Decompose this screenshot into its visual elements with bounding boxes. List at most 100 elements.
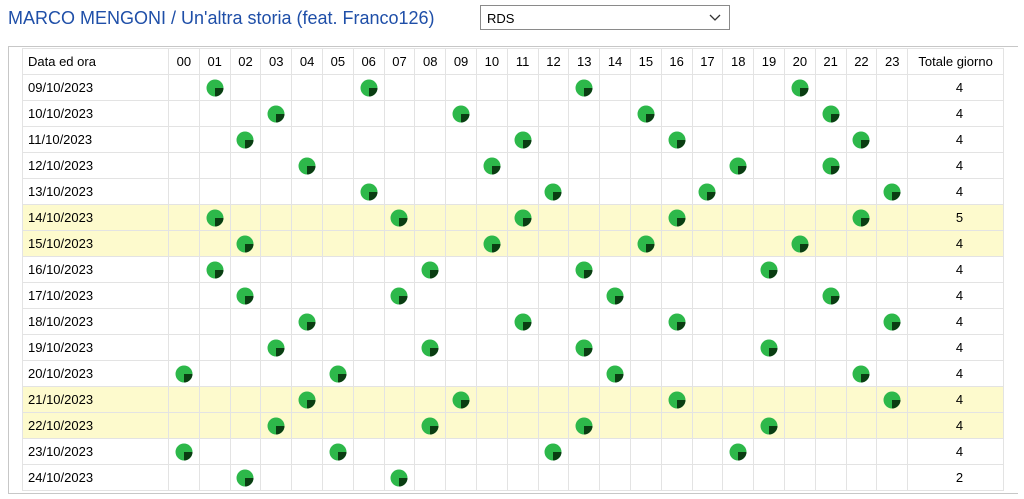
hour-cell[interactable] [291,152,323,179]
hour-cell[interactable] [321,308,354,335]
hour-cell[interactable] [783,256,816,283]
hour-cell[interactable] [691,438,724,465]
hour-cell[interactable] [568,308,601,335]
hour-cell[interactable] [722,438,755,465]
hour-cell[interactable] [291,100,323,127]
hour-cell[interactable] [876,230,909,257]
hour-cell[interactable] [537,386,570,413]
hour-cell[interactable] [229,360,262,387]
hour-cell[interactable] [506,282,539,309]
hour-cell[interactable] [229,282,262,309]
hour-cell[interactable] [568,230,601,257]
hour-cell[interactable] [845,282,878,309]
hour-cell[interactable] [660,386,693,413]
hour-cell[interactable] [383,100,416,127]
hour-cell[interactable] [506,100,539,127]
hour-cell[interactable] [814,386,847,413]
hour-cell[interactable] [321,464,354,491]
hour-cell[interactable] [783,386,816,413]
hour-cell[interactable] [537,438,570,465]
hour-cell[interactable] [568,100,601,127]
hour-cell[interactable] [321,74,354,101]
hour-cell[interactable] [568,386,601,413]
hour-cell[interactable] [198,204,231,231]
hour-cell[interactable] [260,282,293,309]
hour-cell[interactable] [876,438,909,465]
hour-cell[interactable] [383,204,416,231]
hour-cell[interactable] [291,256,323,283]
hour-cell[interactable] [660,74,693,101]
hour-cell[interactable] [876,126,909,153]
hour-cell[interactable] [506,204,539,231]
hour-cell[interactable] [506,152,539,179]
hour-cell[interactable] [168,256,200,283]
hour-cell[interactable] [414,412,447,439]
hour-cell[interactable] [291,282,323,309]
hour-cell[interactable] [660,100,693,127]
hour-cell[interactable] [475,230,508,257]
hour-cell[interactable] [783,230,816,257]
hour-cell[interactable] [352,126,385,153]
hour-cell[interactable] [506,464,539,491]
hour-cell[interactable] [383,126,416,153]
table-row[interactable]: 14/10/2023 5 [22,204,1005,231]
hour-cell[interactable] [568,178,601,205]
hour-cell[interactable] [321,256,354,283]
hour-cell[interactable] [383,464,416,491]
hour-cell[interactable] [599,308,631,335]
hour-cell[interactable] [537,126,570,153]
hour-cell[interactable] [568,126,601,153]
hour-cell[interactable] [321,386,354,413]
hour-cell[interactable] [321,282,354,309]
hour-cell[interactable] [291,126,323,153]
hour-cell[interactable] [291,412,323,439]
hour-cell[interactable] [783,74,816,101]
hour-cell[interactable] [660,308,693,335]
hour-cell[interactable] [475,126,508,153]
hour-cell[interactable] [660,256,693,283]
hour-cell[interactable] [445,204,477,231]
hour-cell[interactable] [414,126,447,153]
hour-cell[interactable] [168,464,200,491]
hour-cell[interactable] [599,412,631,439]
hour-cell[interactable] [445,126,477,153]
hour-cell[interactable] [291,464,323,491]
hour-cell[interactable] [168,178,200,205]
hour-cell[interactable] [568,282,601,309]
hour-cell[interactable] [260,204,293,231]
hour-cell[interactable] [445,100,477,127]
hour-cell[interactable] [260,360,293,387]
hour-cell[interactable] [691,178,724,205]
hour-cell[interactable] [229,152,262,179]
hour-cell[interactable] [321,204,354,231]
hour-cell[interactable] [383,412,416,439]
hour-cell[interactable] [445,74,477,101]
hour-cell[interactable] [506,308,539,335]
hour-cell[interactable] [660,438,693,465]
hour-cell[interactable] [414,230,447,257]
hour-cell[interactable] [629,282,662,309]
hour-cell[interactable] [260,100,293,127]
hour-cell[interactable] [722,256,755,283]
hour-cell[interactable] [845,334,878,361]
table-row[interactable]: 15/10/2023 4 [22,230,1005,257]
hour-cell[interactable] [383,386,416,413]
hour-cell[interactable] [753,386,785,413]
table-row[interactable]: 11/10/2023 4 [22,126,1005,153]
hour-cell[interactable] [753,100,785,127]
hour-cell[interactable] [722,152,755,179]
hour-cell[interactable] [352,360,385,387]
hour-cell[interactable] [506,230,539,257]
hour-cell[interactable] [352,282,385,309]
hour-cell[interactable] [260,464,293,491]
hour-cell[interactable] [753,360,785,387]
hour-cell[interactable] [537,282,570,309]
hour-cell[interactable] [753,152,785,179]
hour-cell[interactable] [783,152,816,179]
hour-cell[interactable] [660,412,693,439]
hour-cell[interactable] [568,412,601,439]
hour-cell[interactable] [321,126,354,153]
hour-cell[interactable] [198,308,231,335]
hour-cell[interactable] [352,152,385,179]
hour-cell[interactable] [599,126,631,153]
